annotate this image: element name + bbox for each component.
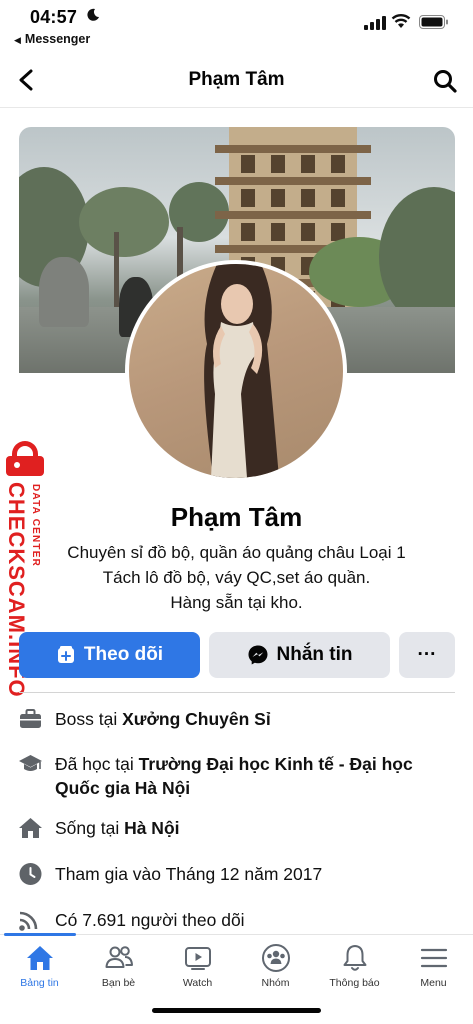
profile-name: Phạm Tâm — [170, 502, 303, 532]
profile-bio: Chuyên sỉ đồ bộ, quần áo quảng châu Loại… — [0, 540, 473, 615]
profile-avatar[interactable] — [125, 260, 347, 482]
search-icon[interactable] — [432, 68, 458, 94]
tab-label: Menu — [420, 977, 447, 989]
home-icon — [26, 946, 53, 970]
tab-friends[interactable]: Bạn bè — [79, 943, 158, 989]
back-to-app-link[interactable]: ◀ Messenger — [14, 32, 90, 46]
detail-joined-text: Tham gia vào Tháng 12 năm 2017 — [55, 864, 323, 884]
tab-label: Nhóm — [261, 977, 290, 989]
tab-label: Bảng tin — [20, 977, 59, 989]
graduation-cap-icon — [19, 755, 42, 771]
status-bar: 04:57 ◀ Messenger — [0, 0, 473, 52]
watch-icon — [184, 947, 211, 970]
tab-label: Watch — [182, 977, 213, 989]
follow-icon — [57, 646, 74, 663]
detail-work-prefix: Boss tại — [55, 709, 123, 729]
moon-icon — [87, 8, 99, 21]
home-indicator[interactable] — [152, 1008, 321, 1013]
detail-followers-text: Có 7.691 người theo dõi — [55, 910, 245, 930]
tab-groups[interactable]: Nhóm — [236, 943, 315, 989]
divider — [19, 692, 455, 693]
tab-notifications[interactable]: Thông báo — [315, 943, 394, 989]
rss-followers-icon — [19, 911, 38, 931]
tab-menu[interactable]: Menu — [394, 943, 473, 989]
briefcase-icon — [20, 709, 41, 728]
page-title: Phạm Tâm — [188, 69, 285, 90]
follow-label: Theo dõi — [83, 644, 164, 665]
tab-label: Bạn bè — [101, 977, 136, 989]
detail-education-prefix: Đã học tại — [55, 754, 139, 774]
more-dots-icon: ··· — [417, 644, 437, 665]
lock-icon — [6, 441, 44, 476]
message-label: Nhắn tin — [276, 644, 353, 665]
home-location-icon — [19, 818, 42, 838]
battery-icon — [419, 15, 448, 29]
tab-watch[interactable]: Watch — [158, 943, 237, 989]
detail-work-value[interactable]: Xưởng Chuyên Sỉ — [122, 709, 271, 729]
bell-icon — [343, 945, 366, 971]
bio-line: Tách lô đồ bộ, váy QC,set áo quần. — [102, 568, 371, 587]
back-app-label: Messenger — [24, 32, 91, 46]
groups-icon — [261, 944, 290, 972]
bio-line: Hàng sẵn tại kho. — [170, 593, 303, 612]
status-time: 04:57 — [30, 7, 78, 27]
messenger-icon — [248, 645, 267, 665]
follow-button[interactable]: Theo dõi — [19, 632, 200, 678]
clock-icon — [19, 863, 42, 885]
friends-icon — [105, 946, 133, 968]
detail-lives-value[interactable]: Hà Nội — [124, 818, 179, 838]
signal-icon — [364, 16, 386, 30]
wifi-icon — [391, 14, 411, 28]
tab-home[interactable]: Bảng tin — [0, 943, 79, 989]
profile-photo — [204, 264, 279, 478]
profile-header: Phạm Tâm — [0, 54, 473, 108]
detail-lives-prefix: Sống tại — [55, 818, 125, 838]
active-tab-indicator — [4, 933, 76, 936]
tab-label: Thông báo — [329, 977, 380, 989]
message-button[interactable]: Nhắn tin — [209, 632, 390, 678]
more-options-button[interactable]: ··· — [399, 632, 455, 678]
bio-line: Chuyên sỉ đồ bộ, quần áo quảng châu Loại… — [67, 543, 406, 562]
menu-icon — [420, 948, 447, 968]
